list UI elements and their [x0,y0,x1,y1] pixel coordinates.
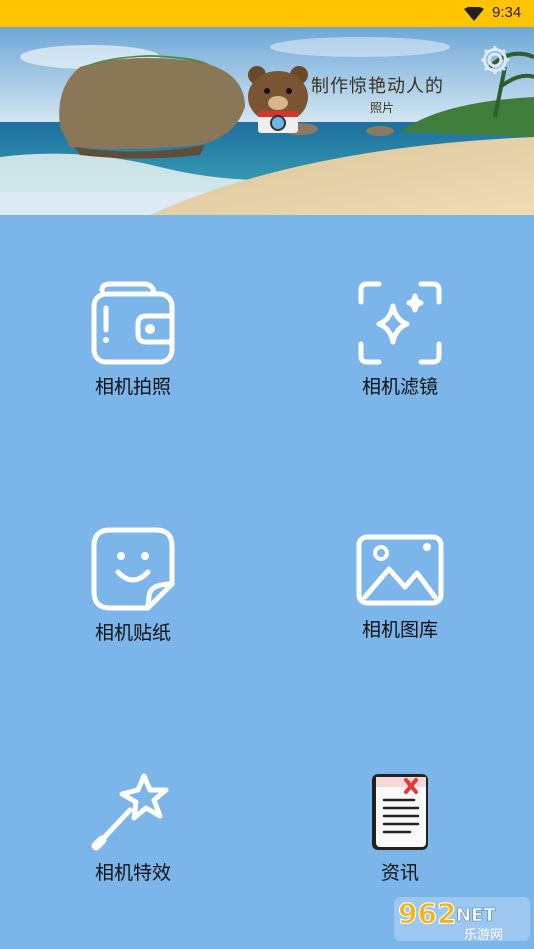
grid-item-filter[interactable]: 相机滤镜 [310,280,490,399]
sticker-icon [91,527,175,611]
banner-title: 制作惊艳动人的 [311,76,444,97]
gallery-icon [356,534,444,606]
sparkle-frame-icon [358,281,442,365]
book-icon [372,774,428,850]
grid-item-label: 相机贴纸 [94,622,171,644]
magic-wand-icon [91,773,169,851]
watermark-brand: 962 [398,897,456,930]
gear-icon[interactable] [478,43,512,77]
grid-item-news[interactable]: 资讯 [310,772,490,885]
header-banner: 制作惊艳动人的 照片 [0,27,534,215]
grid-item-label: 相机拍照 [94,376,171,398]
grid-item-sticker[interactable]: 相机贴纸 [43,526,223,645]
status-bar: 9:34 [0,0,534,27]
status-time: 9:34 [492,4,522,21]
grid-item-gallery[interactable]: 相机图库 [310,533,490,642]
wifi-icon [464,7,484,21]
grid-item-effects[interactable]: 相机特效 [43,770,223,885]
grid-item-label: 资讯 [380,862,419,884]
banner-subtitle: 照片 [370,101,395,115]
grid-item-camera[interactable]: 相机拍照 [43,280,223,399]
grid-item-label: 相机滤镜 [361,376,438,398]
grid-item-label: 相机特效 [94,862,171,884]
site-watermark-logo: 962 NET 乐游网 [394,897,530,943]
wallet-icon [91,281,175,365]
grid-item-label: 相机图库 [361,619,438,641]
watermark-sub: 乐游网 [464,928,503,943]
bear-camera-logo [248,66,308,133]
watermark-suffix: NET [456,905,496,926]
